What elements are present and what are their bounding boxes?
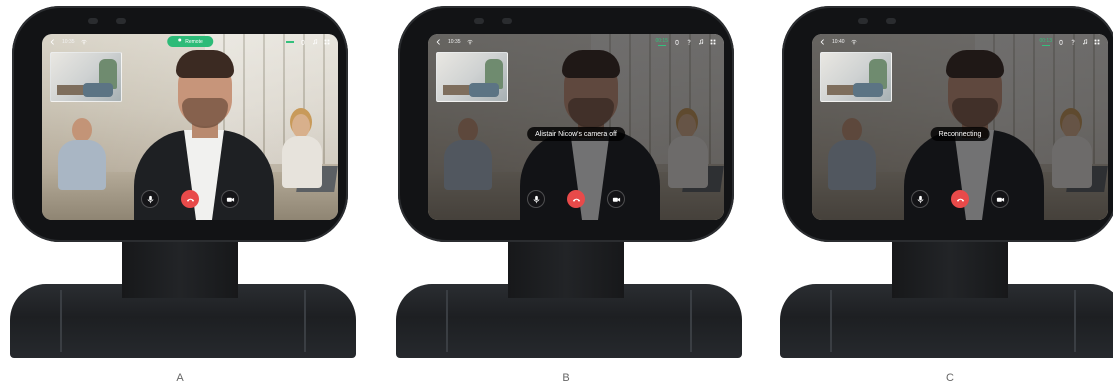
robot-head: 10:35 00:15 Alistair Nicow's camera off	[398, 6, 734, 242]
grid-menu-icon[interactable]	[710, 39, 716, 45]
camera-toggle-button[interactable]	[607, 190, 625, 208]
call-timer: 00:15	[655, 37, 668, 44]
mute-button[interactable]	[141, 190, 159, 208]
active-indicator	[657, 44, 666, 47]
robot-head: 10:40 00:13 Reconnecting	[782, 6, 1113, 242]
help-icon[interactable]	[1070, 39, 1076, 45]
mute-button[interactable]	[911, 190, 929, 208]
status-time: 10:35	[62, 39, 75, 45]
video-camera-icon	[612, 197, 620, 202]
wifi-icon	[850, 39, 857, 45]
active-indicator	[1041, 44, 1050, 47]
back-arrow-icon[interactable]	[436, 39, 442, 45]
call-timer: 00:13	[1039, 37, 1052, 44]
status-bar: 10:35 00:15	[428, 34, 724, 50]
self-view-pip[interactable]	[436, 52, 508, 102]
panel-caption: C	[946, 372, 954, 384]
robot-neck	[122, 236, 238, 298]
robot-head: 10:35 Remote	[12, 6, 348, 242]
microphone-icon	[917, 195, 923, 203]
help-icon[interactable]	[686, 39, 692, 45]
end-call-icon	[572, 198, 580, 202]
camera-toggle-button[interactable]	[991, 190, 1009, 208]
call-screen: 10:35 Remote	[42, 34, 338, 220]
microphone-icon	[533, 195, 539, 203]
status-toast: Alistair Nicow's camera off	[527, 127, 625, 141]
active-indicator	[286, 41, 294, 43]
robot-neck	[892, 236, 1008, 298]
wifi-icon	[80, 39, 87, 45]
status-bar: 10:40 00:13	[812, 34, 1108, 50]
end-call-button[interactable]	[567, 190, 585, 208]
grid-menu-icon[interactable]	[1094, 39, 1100, 45]
music-icon[interactable]	[312, 39, 318, 45]
call-screen: 10:40 00:13 Reconnecting	[812, 34, 1108, 220]
music-icon[interactable]	[698, 39, 704, 45]
robot-panel-a: 10:35 Remote A	[0, 0, 360, 391]
pill-label: Remote	[185, 38, 203, 45]
end-call-icon	[956, 198, 964, 202]
mute-button[interactable]	[527, 190, 545, 208]
hand-icon[interactable]	[300, 39, 306, 45]
call-controls	[428, 190, 724, 208]
microphone-icon	[147, 195, 153, 203]
video-camera-icon	[226, 197, 234, 202]
status-toast: Reconnecting	[930, 127, 990, 141]
status-time: 10:40	[832, 39, 845, 45]
end-call-button[interactable]	[951, 190, 969, 208]
background-person-left	[58, 118, 106, 190]
grid-menu-icon[interactable]	[324, 39, 330, 45]
call-controls	[42, 190, 338, 208]
remote-status-pill: Remote	[167, 36, 213, 47]
music-icon[interactable]	[1082, 39, 1088, 45]
call-controls	[812, 190, 1108, 208]
panel-caption: B	[562, 372, 570, 384]
end-call-icon	[186, 198, 194, 202]
hand-icon[interactable]	[1058, 39, 1064, 45]
self-view-pip[interactable]	[820, 52, 892, 102]
back-arrow-icon[interactable]	[820, 39, 826, 45]
back-arrow-icon[interactable]	[50, 39, 56, 45]
comparison-stage: 10:35 Remote A 10:35 00:15 Alistair Nico…	[0, 0, 1113, 391]
status-time: 10:35	[448, 39, 461, 45]
robot-panel-b: 10:35 00:15 Alistair Nicow's camera off …	[386, 0, 746, 391]
video-camera-icon	[996, 197, 1004, 202]
background-person-right	[282, 114, 322, 188]
end-call-button[interactable]	[181, 190, 199, 208]
pin-icon	[177, 38, 182, 45]
self-view-pip[interactable]	[50, 52, 122, 102]
camera-toggle-button[interactable]	[221, 190, 239, 208]
robot-neck	[508, 236, 624, 298]
panel-caption: A	[176, 372, 184, 384]
hand-icon[interactable]	[674, 39, 680, 45]
robot-panel-c: 10:40 00:13 Reconnecting C	[770, 0, 1113, 391]
wifi-icon	[466, 39, 473, 45]
call-screen: 10:35 00:15 Alistair Nicow's camera off	[428, 34, 724, 220]
